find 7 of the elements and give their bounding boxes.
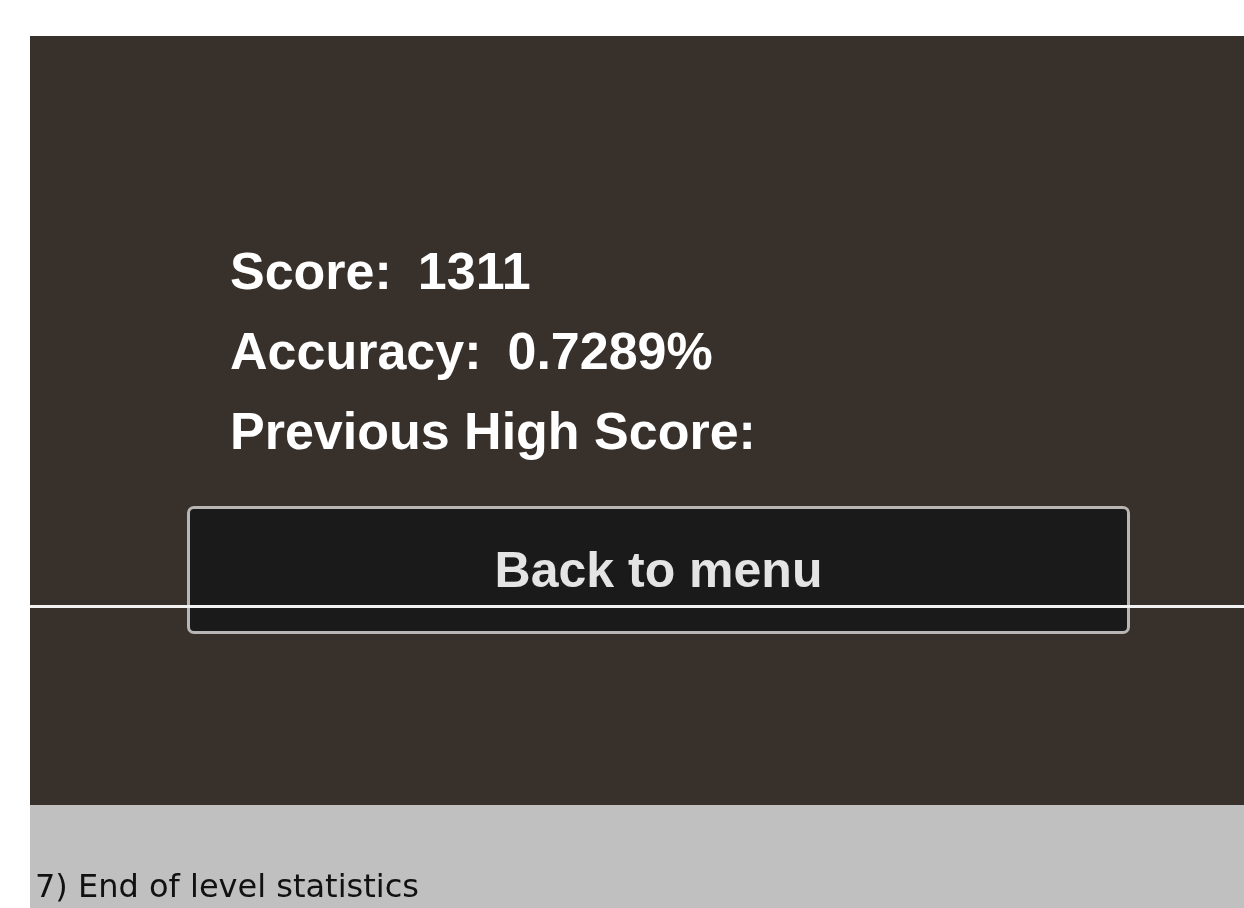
stat-label: Score: xyxy=(230,244,392,298)
stat-value: 1311 xyxy=(417,244,531,298)
stat-label: Previous High Score: xyxy=(230,404,756,458)
stat-label: Accuracy: xyxy=(230,324,482,378)
stat-value: 0.7289% xyxy=(507,324,713,378)
back-to-menu-button[interactable]: Back to menu xyxy=(187,506,1130,634)
caption: 7) End of level statistics xyxy=(35,866,419,906)
